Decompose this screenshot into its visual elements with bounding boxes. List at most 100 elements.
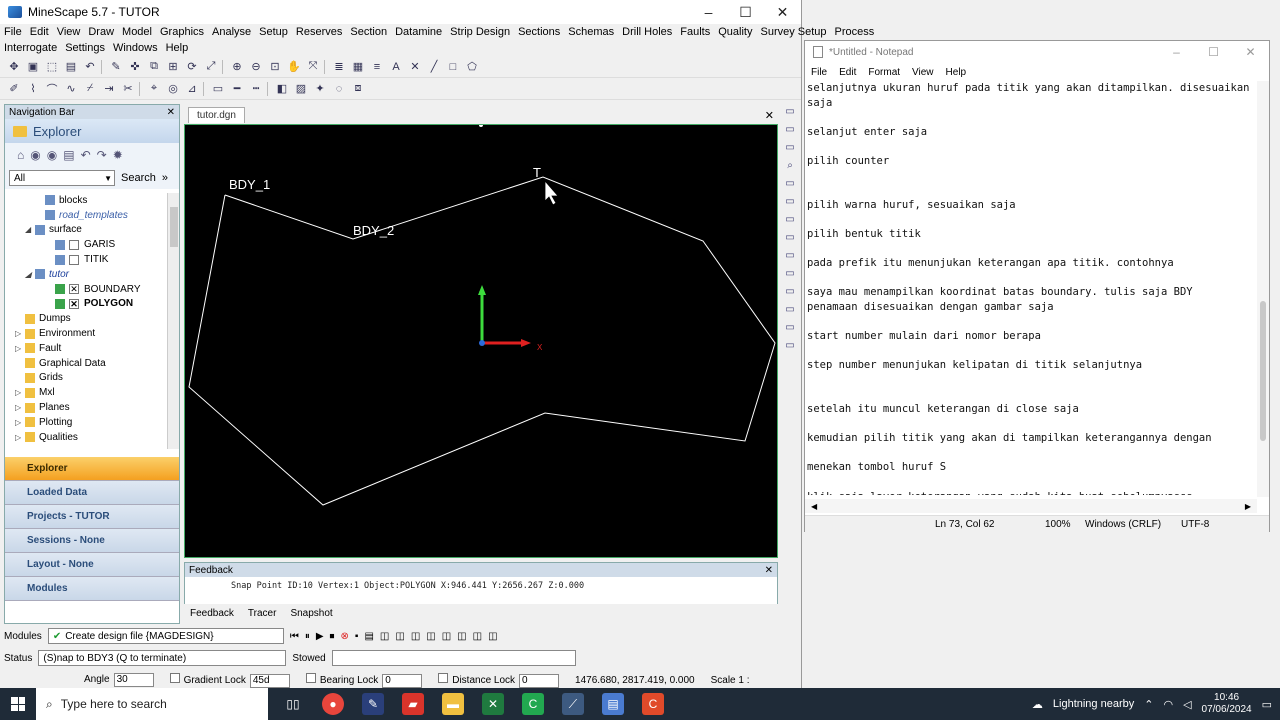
menu-sections[interactable]: Sections [518, 26, 560, 38]
list-icon[interactable]: ▤ [63, 148, 74, 162]
trim-tool-icon[interactable]: ✂ [120, 81, 136, 97]
tree-item-plotting[interactable]: ▷ Plotting [5, 415, 167, 430]
pause-icon[interactable]: ⏸ [305, 631, 310, 642]
modules-select[interactable]: ✔ Create design file {MAGDESIGN} [47, 628, 284, 644]
angle-field[interactable]: 30 [113, 673, 154, 687]
tree-item-qualities[interactable]: ▷ Qualities [5, 430, 167, 445]
undo-icon[interactable]: ↶ [82, 59, 98, 75]
panel-icon[interactable]: ▤ [364, 631, 373, 642]
break-tool-icon[interactable]: ⌿ [82, 81, 98, 97]
nav-section-loaded-data[interactable]: Loaded Data [5, 481, 179, 505]
fit-view-icon[interactable]: ⤧ [305, 59, 321, 75]
nav-section-projects-tutor[interactable]: Projects - TUTOR [5, 505, 179, 529]
menu-graphics[interactable]: Graphics [160, 26, 204, 38]
notepad-menu-edit[interactable]: Edit [839, 67, 856, 78]
notepad-close-button[interactable]: ✕ [1232, 45, 1269, 59]
layer-view-icon[interactable]: ▭ [783, 304, 797, 318]
hatch-tool-icon[interactable]: ▨ [293, 81, 309, 97]
layers-icon[interactable]: ≣ [331, 59, 347, 75]
line-style-icon[interactable]: ▭ [210, 81, 226, 97]
menu-setup[interactable]: Setup [259, 26, 288, 38]
play-icon[interactable]: ▶ [316, 631, 324, 642]
tree-item-titik[interactable]: TITIK [5, 252, 167, 267]
notepad-text-area[interactable]: selanjutnya ukuran huruf pada titik yang… [807, 81, 1257, 495]
chevron-up-icon[interactable]: ⌃ [1144, 698, 1153, 711]
move-tool-icon[interactable]: ✜ [127, 59, 143, 75]
weather-text[interactable]: Lightning nearby [1053, 698, 1134, 710]
layer-view-icon[interactable]: ▭ [783, 286, 797, 300]
cube-icon[interactable]: ◫ [473, 631, 482, 642]
minescape-taskbar-icon[interactable]: ⟋ [562, 693, 584, 715]
menu-reserves[interactable]: Reserves [296, 26, 342, 38]
snap-tool-icon[interactable]: ⌖ [146, 81, 162, 97]
layer-view-icon[interactable]: ▭ [783, 340, 797, 354]
edit-tool-icon[interactable]: ✎ [108, 59, 124, 75]
rotate-tool-icon[interactable]: ⟳ [184, 59, 200, 75]
excel-icon[interactable]: ✕ [482, 693, 504, 715]
tree-toggle-icon[interactable]: ▷ [15, 403, 25, 412]
tab-feedback[interactable]: Feedback [190, 608, 234, 619]
tree-item-fault[interactable]: ▷ Fault [5, 341, 167, 356]
menu-survey-setup[interactable]: Survey Setup [761, 26, 827, 38]
window-tool-icon[interactable]: ▣ [25, 59, 41, 75]
red-app-icon[interactable]: C [642, 693, 664, 715]
notification-icon[interactable]: ▭ [1262, 698, 1272, 711]
line-tool-icon[interactable]: ╱ [426, 59, 442, 75]
cube-icon[interactable]: ◫ [457, 631, 466, 642]
volume-icon[interactable]: ◁ [1183, 698, 1191, 711]
gradient-lock-field[interactable]: 45d [249, 673, 290, 688]
tree-item-blocks[interactable]: blocks [5, 193, 167, 208]
text-tool-icon[interactable]: A [388, 59, 404, 75]
tab-tutor-dgn[interactable]: tutor.dgn [188, 107, 245, 123]
start-button[interactable] [0, 697, 36, 711]
close-button[interactable]: ✕ [764, 4, 801, 21]
network-icon[interactable]: ◠ [1163, 698, 1173, 711]
menu-process[interactable]: Process [835, 26, 875, 38]
menu-faults[interactable]: Faults [680, 26, 710, 38]
menu-help[interactable]: Help [166, 42, 189, 54]
tree-item-grids[interactable]: Grids [5, 371, 167, 386]
tree-toggle-icon[interactable]: ▷ [15, 344, 25, 353]
tree-toggle-icon[interactable]: ◢ [25, 225, 35, 234]
visibility-checkbox[interactable] [69, 254, 79, 265]
visibility-checkbox[interactable]: ✕ [69, 284, 79, 295]
taskbar-search[interactable]: ⌕ Type here to search [36, 688, 268, 720]
fill-tool-icon[interactable]: ◧ [274, 81, 290, 97]
pen-tool-icon[interactable]: ✐ [6, 81, 22, 97]
polygon-tool-icon[interactable]: ⬠ [464, 59, 480, 75]
bearing-lock-field[interactable]: 0 [382, 673, 423, 688]
tab-snapshot[interactable]: Snapshot [290, 608, 332, 619]
back-icon[interactable]: ◉ [30, 148, 40, 162]
extend-tool-icon[interactable]: ⇥ [101, 81, 117, 97]
menu-edit[interactable]: Edit [30, 26, 49, 38]
snap-active-icon[interactable]: ◎ [165, 81, 181, 97]
zoom-out-icon[interactable]: ⊖ [248, 59, 264, 75]
tree-item-boundary[interactable]: ✕ BOUNDARY [5, 282, 167, 297]
point-tool-icon[interactable]: ✕ [407, 59, 423, 75]
style-icon[interactable]: ≡ [369, 59, 385, 75]
menu-drill-holes[interactable]: Drill Holes [622, 26, 672, 38]
cube-icon[interactable]: ◫ [395, 631, 404, 642]
chevron-right-icon[interactable]: » [162, 172, 168, 184]
distance-lock-checkbox[interactable] [438, 672, 449, 683]
tree-toggle-icon[interactable]: ◢ [25, 270, 35, 279]
menu-section[interactable]: Section [350, 26, 387, 38]
tree-item-garis[interactable]: GARIS [5, 237, 167, 252]
tree-item-environment[interactable]: ▷ Environment [5, 326, 167, 341]
nav-section-explorer[interactable]: Explorer [5, 457, 179, 481]
weather-icon[interactable]: ☁ [1032, 698, 1043, 711]
fence-tool-icon[interactable]: ⬚ [44, 59, 60, 75]
group-tool-icon[interactable]: ⧈ [350, 81, 366, 97]
palette-icon[interactable]: ▦ [350, 59, 366, 75]
notepad-minimize-button[interactable]: – [1158, 45, 1195, 59]
view-icon[interactable]: ▭ [783, 106, 797, 120]
tab-tracer[interactable]: Tracer [248, 608, 277, 619]
close-document-icon[interactable]: ✕ [765, 109, 774, 122]
tree-item-graphical-data[interactable]: Graphical Data [5, 356, 167, 371]
menu-model[interactable]: Model [122, 26, 152, 38]
menu-quality[interactable]: Quality [718, 26, 752, 38]
home-icon[interactable]: ⌂ [17, 148, 24, 162]
file-explorer-icon[interactable]: ▬ [442, 693, 464, 715]
angle-control[interactable]: Angle 30 [84, 673, 154, 687]
redo-icon[interactable]: ↷ [97, 148, 107, 162]
